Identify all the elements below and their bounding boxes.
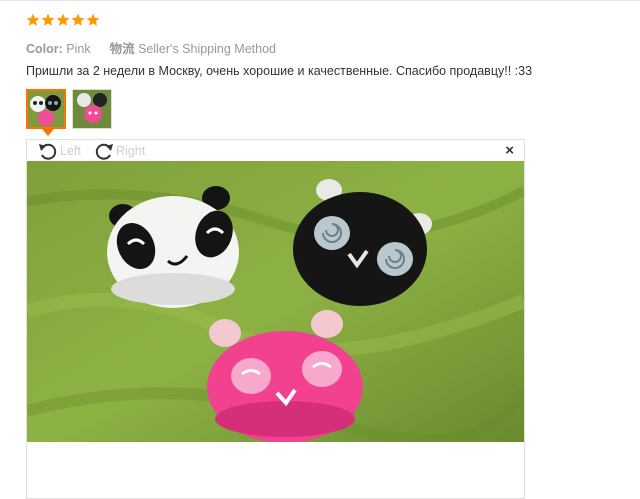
thumbnail-2[interactable] bbox=[72, 89, 112, 129]
rotate-right-label: Right bbox=[116, 144, 146, 158]
rotate-left-icon bbox=[39, 143, 57, 160]
star-icon bbox=[56, 13, 70, 26]
selected-thumbnail-indicator bbox=[42, 129, 54, 136]
star-icon bbox=[41, 13, 55, 26]
order-attributes: Color: Pink 物流 Seller's Shipping Method bbox=[26, 38, 276, 57]
color-label: Color: bbox=[26, 42, 63, 56]
thumbnail-photo bbox=[73, 90, 111, 128]
logistics-value: Seller's Shipping Method bbox=[138, 42, 276, 56]
star-icon bbox=[86, 13, 100, 26]
close-button[interactable]: × bbox=[505, 143, 514, 158]
thumbnail-photo bbox=[28, 91, 64, 127]
photo-viewer: Left Right × bbox=[26, 139, 525, 499]
top-divider bbox=[0, 0, 640, 1]
thumbnail-1[interactable] bbox=[26, 89, 66, 129]
review-photo-image bbox=[27, 161, 524, 442]
rotate-left-button[interactable]: Left bbox=[37, 141, 81, 161]
star-icon bbox=[26, 13, 40, 26]
review-photo bbox=[27, 161, 524, 442]
star-rating bbox=[26, 13, 100, 27]
rotate-right-icon bbox=[95, 143, 113, 160]
star-icon bbox=[71, 13, 85, 26]
rotate-right-button[interactable]: Right bbox=[93, 141, 145, 161]
review-text: Пришли за 2 недели в Москву, очень хорош… bbox=[26, 64, 533, 78]
color-value: Pink bbox=[66, 42, 91, 56]
photo-thumbnails bbox=[26, 89, 112, 129]
logistics-label: 物流 bbox=[109, 42, 135, 56]
rotate-left-label: Left bbox=[60, 144, 81, 158]
